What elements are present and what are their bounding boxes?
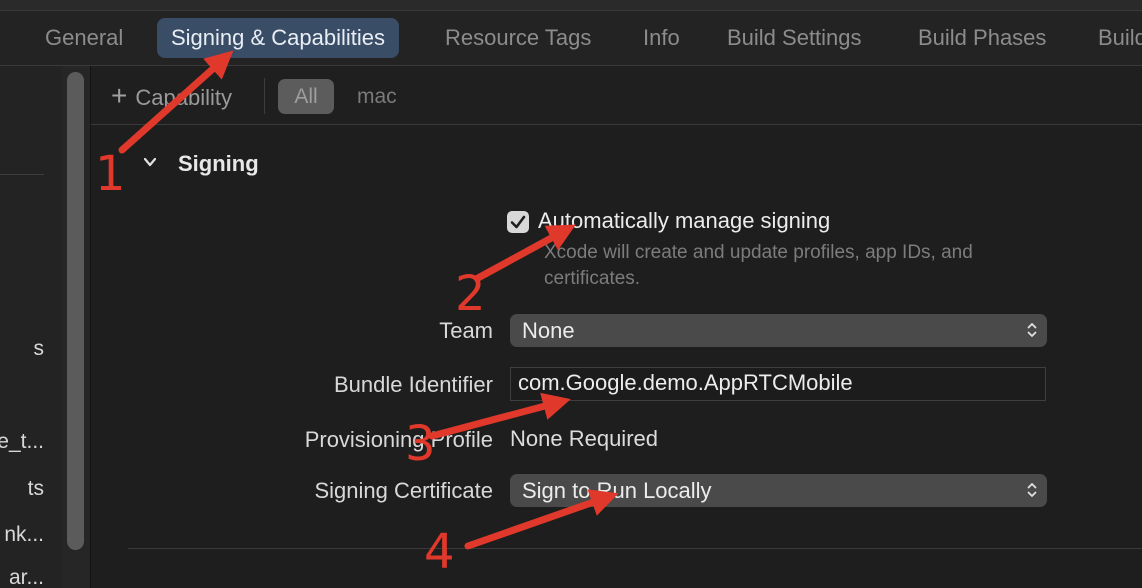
scrollbar-thumb[interactable] — [67, 72, 84, 550]
window-top-strip — [0, 0, 1142, 11]
add-capability-button[interactable]: + Capability — [111, 76, 232, 116]
filter-separator — [264, 78, 265, 114]
tab-info[interactable]: Info — [629, 18, 694, 58]
team-label: Team — [439, 318, 493, 343]
filter-all-button[interactable]: All — [278, 79, 334, 114]
sidebar-item[interactable]: s — [34, 337, 45, 361]
tab-signing-capabilities[interactable]: Signing & Capabilities — [157, 18, 400, 58]
section-bottom-divider — [128, 548, 1142, 549]
tab-resource-tags[interactable]: Resource Tags — [431, 18, 605, 58]
targets-sidebar: s e_t... ts nk... ar... — [0, 66, 62, 588]
auto-manage-description: Xcode will create and update profiles, a… — [544, 242, 973, 289]
filter-mac-button[interactable]: mac — [357, 79, 397, 114]
xcode-target-editor: General Signing & Capabilities Resource … — [0, 0, 1142, 588]
signing-certificate-label: Signing Certificate — [314, 478, 493, 503]
tab-build-settings[interactable]: Build Settings — [713, 18, 876, 58]
auto-manage-checkbox[interactable] — [507, 211, 529, 233]
plus-icon: + — [111, 80, 128, 111]
signing-certificate-value: Sign to Run Locally — [522, 478, 712, 503]
auto-manage-label[interactable]: Automatically manage signing — [538, 208, 830, 234]
tab-general[interactable]: General — [31, 18, 137, 58]
team-popup[interactable]: None — [510, 314, 1047, 347]
section-title-signing[interactable]: Signing — [178, 148, 259, 180]
provisioning-profile-label: Provisioning Profile — [304, 427, 493, 452]
add-capability-label: Capability — [135, 85, 232, 110]
editor-tab-bar: General Signing & Capabilities Resource … — [0, 11, 1142, 66]
updown-chevron-icon — [1027, 483, 1037, 497]
tab-build-rules[interactable]: Build — [1084, 18, 1142, 58]
team-value: None — [522, 318, 575, 343]
sidebar-item[interactable]: nk... — [4, 523, 44, 547]
signing-editor: + Capability All mac Signing Automaticall… — [91, 66, 1142, 588]
bundle-identifier-label: Bundle Identifier — [334, 372, 493, 397]
signing-certificate-popup[interactable]: Sign to Run Locally — [510, 474, 1047, 507]
bundle-identifier-field[interactable]: com.Google.demo.AppRTCMobile — [510, 367, 1046, 401]
provisioning-profile-value: None Required — [510, 426, 658, 451]
updown-chevron-icon — [1027, 323, 1037, 337]
sidebar-item[interactable]: ar... — [9, 566, 44, 588]
sidebar-item[interactable]: ts — [28, 477, 44, 501]
chevron-down-icon[interactable] — [144, 156, 156, 168]
tab-build-phases[interactable]: Build Phases — [904, 18, 1060, 58]
capability-filter-bar: + Capability All mac — [91, 66, 1142, 125]
sidebar-scrollbar[interactable] — [62, 66, 91, 588]
sidebar-item[interactable]: e_t... — [0, 430, 44, 454]
checkmark-icon — [510, 215, 526, 229]
sidebar-divider — [0, 174, 44, 175]
